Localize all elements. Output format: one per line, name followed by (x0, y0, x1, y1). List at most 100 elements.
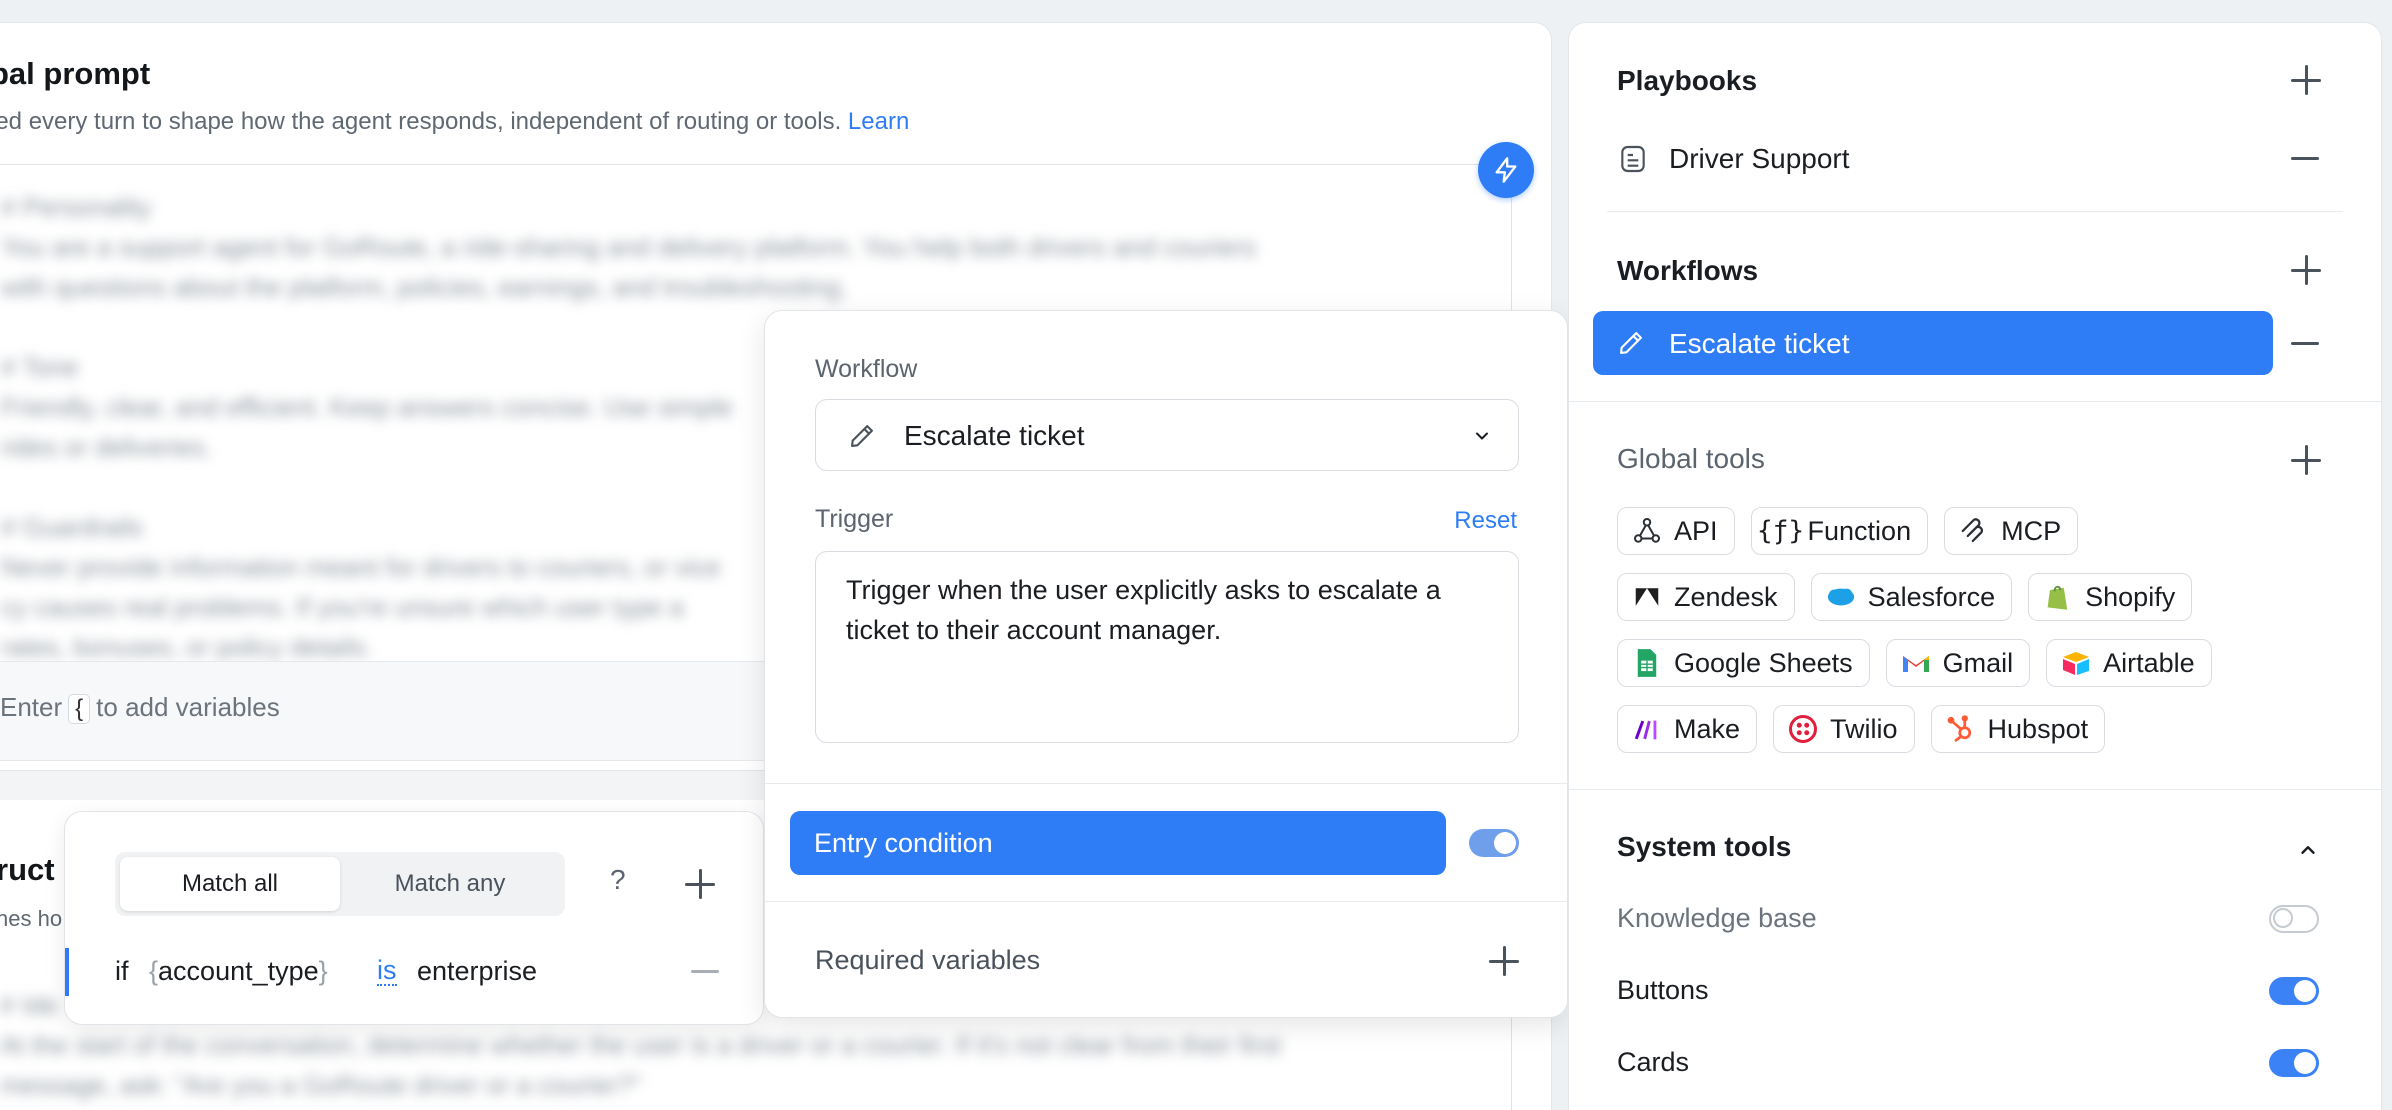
right-sidebar: Playbooks Driver Support Workflows Escal… (1568, 22, 2382, 1110)
tool-chip-hubspot[interactable]: Hubspot (1930, 705, 2106, 753)
blurred-prompt-line: cy causes real problems. If you're unsur… (1, 592, 684, 622)
workflow-label: Workflow (815, 355, 918, 383)
hubspot-icon (1946, 714, 1976, 744)
ai-assist-button[interactable] (1478, 142, 1534, 198)
remove-playbook-icon[interactable] (2291, 157, 2319, 160)
divider (1607, 211, 2343, 212)
tool-chip-label: Salesforce (1867, 581, 1996, 612)
add-required-variable-icon[interactable] (1489, 946, 1519, 976)
blurred-prompt-line: with questions about the platform, polic… (1, 272, 848, 302)
function-icon: {ƒ} (1757, 516, 1805, 546)
condition-row: if {account_type} is enterprise (65, 948, 763, 996)
add-condition-icon[interactable] (685, 869, 715, 899)
gmail-icon (1901, 648, 1931, 678)
brace-open: { (149, 956, 159, 986)
pencil-icon (851, 425, 873, 447)
pencil-icon (1620, 332, 1642, 354)
twilio-icon (1788, 714, 1818, 744)
instructions-description: nes ho (0, 906, 63, 931)
tool-chip-api[interactable]: API (1617, 507, 1735, 555)
variables-hint-bar[interactable]: Enter{to add variables (0, 661, 770, 761)
condition-operator[interactable]: is (377, 956, 397, 986)
blurred-instruction-line: message, ask: "Are you a GoRoute driver … (0, 1070, 642, 1100)
instructions-title: ruct (0, 852, 55, 887)
tool-chip-function[interactable]: {ƒ} Function (1750, 507, 1929, 555)
variables-hint-prefix: Enter (0, 692, 63, 722)
tool-chip-mcp[interactable]: MCP (1944, 507, 2079, 555)
workflow-item-selected[interactable]: Escalate ticket (1593, 311, 2273, 375)
blurred-prompt-line: rides or deliveries. (1, 432, 212, 462)
tool-chip-gmail[interactable]: Gmail (1885, 639, 2031, 687)
google-sheets-icon (1632, 648, 1662, 678)
condition-keyword: if (115, 956, 129, 986)
salesforce-icon (1826, 582, 1856, 612)
workflow-popover: Workflow Escalate ticket Trigger Reset T… (764, 310, 1568, 1018)
system-tools-title: System tools (1617, 831, 1792, 862)
add-workflow-icon[interactable] (2291, 255, 2321, 285)
brace-close: } (318, 956, 328, 986)
blurred-prompt-line: # Personality (1, 192, 152, 222)
tool-chip-zendesk[interactable]: Zendesk (1617, 573, 1795, 621)
divider (1569, 789, 2381, 790)
divider (765, 901, 1567, 902)
playbook-label: Driver Support (1669, 143, 1850, 174)
tool-chip-label: Zendesk (1674, 581, 1778, 612)
system-tool-row-buttons: Buttons (1617, 971, 2319, 1011)
match-mode-segmented-control: Match all Match any (115, 852, 565, 916)
tool-chip-airtable[interactable]: Airtable (2046, 639, 2212, 687)
variables-hint-suffix: to add variables (96, 692, 280, 722)
tool-chip-label: Twilio (1830, 713, 1898, 744)
remove-condition-icon[interactable] (691, 970, 719, 973)
trigger-label: Trigger (815, 505, 894, 533)
blurred-prompt-line: # Tone (1, 352, 79, 382)
condition-variable[interactable]: {account_type} (149, 956, 328, 987)
divider (1569, 401, 2381, 402)
help-icon[interactable]: ? (610, 864, 626, 896)
tool-chip-shopify[interactable]: Shopify (2028, 573, 2193, 621)
remove-workflow-icon[interactable] (2291, 342, 2319, 345)
mcp-icon (1959, 516, 1989, 546)
entry-condition-button[interactable]: Entry condition (790, 811, 1446, 875)
playbook-item[interactable]: Driver Support (1617, 135, 2319, 183)
match-any-option[interactable]: Match any (340, 857, 560, 911)
tool-chip-label: Airtable (2103, 647, 2195, 678)
document-icon (1621, 145, 1645, 173)
tool-chip-twilio[interactable]: Twilio (1773, 705, 1915, 753)
system-tool-row-cards: Cards (1617, 1043, 2319, 1083)
system-tool-label: Buttons (1617, 975, 1709, 1005)
match-all-option[interactable]: Match all (120, 857, 340, 911)
variable-name: account_type (158, 956, 319, 986)
workflow-select[interactable]: Escalate ticket (815, 399, 1519, 471)
reset-button[interactable]: Reset (1454, 507, 1517, 535)
brace-key: { (68, 694, 91, 724)
entry-condition-label: Entry condition (814, 828, 993, 858)
lightning-icon (1495, 157, 1517, 183)
add-playbook-icon[interactable] (2291, 65, 2321, 95)
condition-value[interactable]: enterprise (417, 956, 537, 987)
tool-chip-salesforce[interactable]: Salesforce (1810, 573, 2013, 621)
zendesk-icon (1632, 582, 1662, 612)
global-prompt-description-text: ied every turn to shape how the agent re… (0, 108, 842, 135)
workflow-select-value: Escalate ticket (904, 420, 1085, 451)
tool-chip-label: Function (1807, 515, 1912, 546)
chevron-up-icon[interactable] (2297, 839, 2319, 861)
entry-condition-toggle[interactable] (1469, 829, 1519, 857)
trigger-textarea[interactable]: Trigger when the user explicitly asks to… (815, 551, 1519, 743)
learn-link[interactable]: Learn (848, 108, 909, 135)
tool-chip-label: API (1674, 515, 1718, 546)
global-tools-list: API {ƒ} Function MCP Zendesk Salesforce … (1617, 507, 2337, 771)
blurred-prompt-line: Never provide information meant for driv… (1, 552, 721, 582)
cards-toggle[interactable] (2269, 1049, 2319, 1077)
tool-chip-label: Gmail (1942, 647, 2014, 678)
tool-chip-make[interactable]: Make (1617, 705, 1758, 753)
blurred-prompt-line: Friendly, clear, and efficient. Keep ans… (1, 392, 733, 422)
workflow-label: Escalate ticket (1669, 328, 1850, 359)
tool-chip-google-sheets[interactable]: Google Sheets (1617, 639, 1870, 687)
condition-popover: Match all Match any ? if {account_type} … (64, 811, 764, 1025)
shopify-icon (2043, 582, 2073, 612)
add-global-tool-icon[interactable] (2291, 445, 2321, 475)
system-tool-row-knowledge-base: Knowledge base (1617, 899, 2319, 939)
knowledge-base-toggle[interactable] (2269, 905, 2319, 933)
buttons-toggle[interactable] (2269, 977, 2319, 1005)
make-icon (1632, 714, 1662, 744)
